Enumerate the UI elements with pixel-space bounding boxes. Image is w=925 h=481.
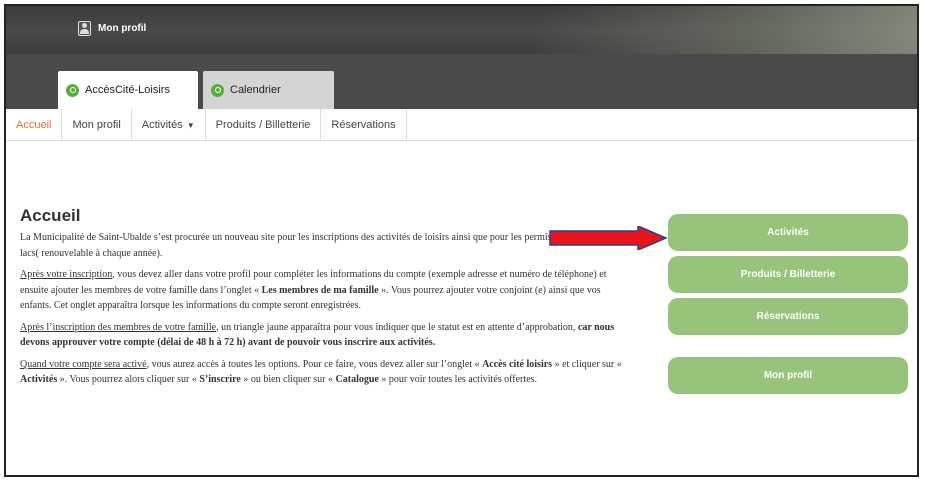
- header-profile-link[interactable]: Mon profil: [78, 21, 146, 36]
- menu-item-accueil[interactable]: Accueil: [6, 109, 63, 141]
- app-tab-bar: AccèsCité-Loisirs Calendrier: [6, 54, 917, 109]
- activites-button[interactable]: Activités: [668, 214, 908, 251]
- menu-item-label: Activités: [141, 119, 183, 131]
- menu-item-mon-profil[interactable]: Mon profil: [62, 109, 132, 141]
- red-arrow-icon: [549, 226, 668, 250]
- app-logo-icon: [211, 83, 224, 97]
- main-menu: Accueil Mon profil Activités ▼ Produits …: [6, 109, 917, 141]
- menu-item-produits-billetterie[interactable]: Produits / Billetterie: [206, 109, 322, 141]
- produits-billetterie-button[interactable]: Produits / Billetterie: [668, 256, 908, 293]
- registration-paragraph: Après votre inscription, vous devez alle…: [20, 269, 607, 312]
- page-content: Accueil La Municipalité de Saint-Ubalde …: [20, 206, 630, 394]
- caret-down-icon: ▼: [186, 120, 195, 130]
- intro-paragraph: La Municipalité de Saint-Ubalde s’est pr…: [20, 232, 629, 259]
- tab-label: Calendrier: [230, 84, 281, 96]
- tab-calendrier[interactable]: Calendrier: [203, 71, 334, 109]
- reservations-button[interactable]: Réservations: [668, 298, 908, 335]
- tab-acces-cite-loisirs[interactable]: AccèsCité-Loisirs: [58, 71, 198, 109]
- user-icon: [78, 21, 91, 36]
- mon-profil-button[interactable]: Mon profil: [668, 357, 908, 394]
- family-paragraph: Après l’inscription des membres de votre…: [20, 321, 615, 349]
- app-logo-icon: [66, 83, 79, 97]
- activation-link[interactable]: Quand votre compte sera activé: [20, 359, 147, 370]
- family-link[interactable]: Après l’inscription des membres de votre…: [20, 322, 216, 333]
- tab-label: AccèsCité-Loisirs: [85, 84, 170, 96]
- activation-paragraph: Quand votre compte sera activé, vous aur…: [20, 358, 622, 386]
- screenshot-frame: Mon profil AccèsCité-Loisirs Calendrier …: [4, 4, 919, 477]
- page-title: Accueil: [20, 206, 81, 225]
- menu-item-reservations[interactable]: Réservations: [321, 109, 407, 141]
- header-banner: Mon profil: [6, 6, 917, 54]
- registration-link[interactable]: Après votre inscription: [20, 269, 112, 280]
- menu-item-activites[interactable]: Activités ▼: [132, 109, 206, 141]
- header-profile-label: Mon profil: [98, 23, 147, 34]
